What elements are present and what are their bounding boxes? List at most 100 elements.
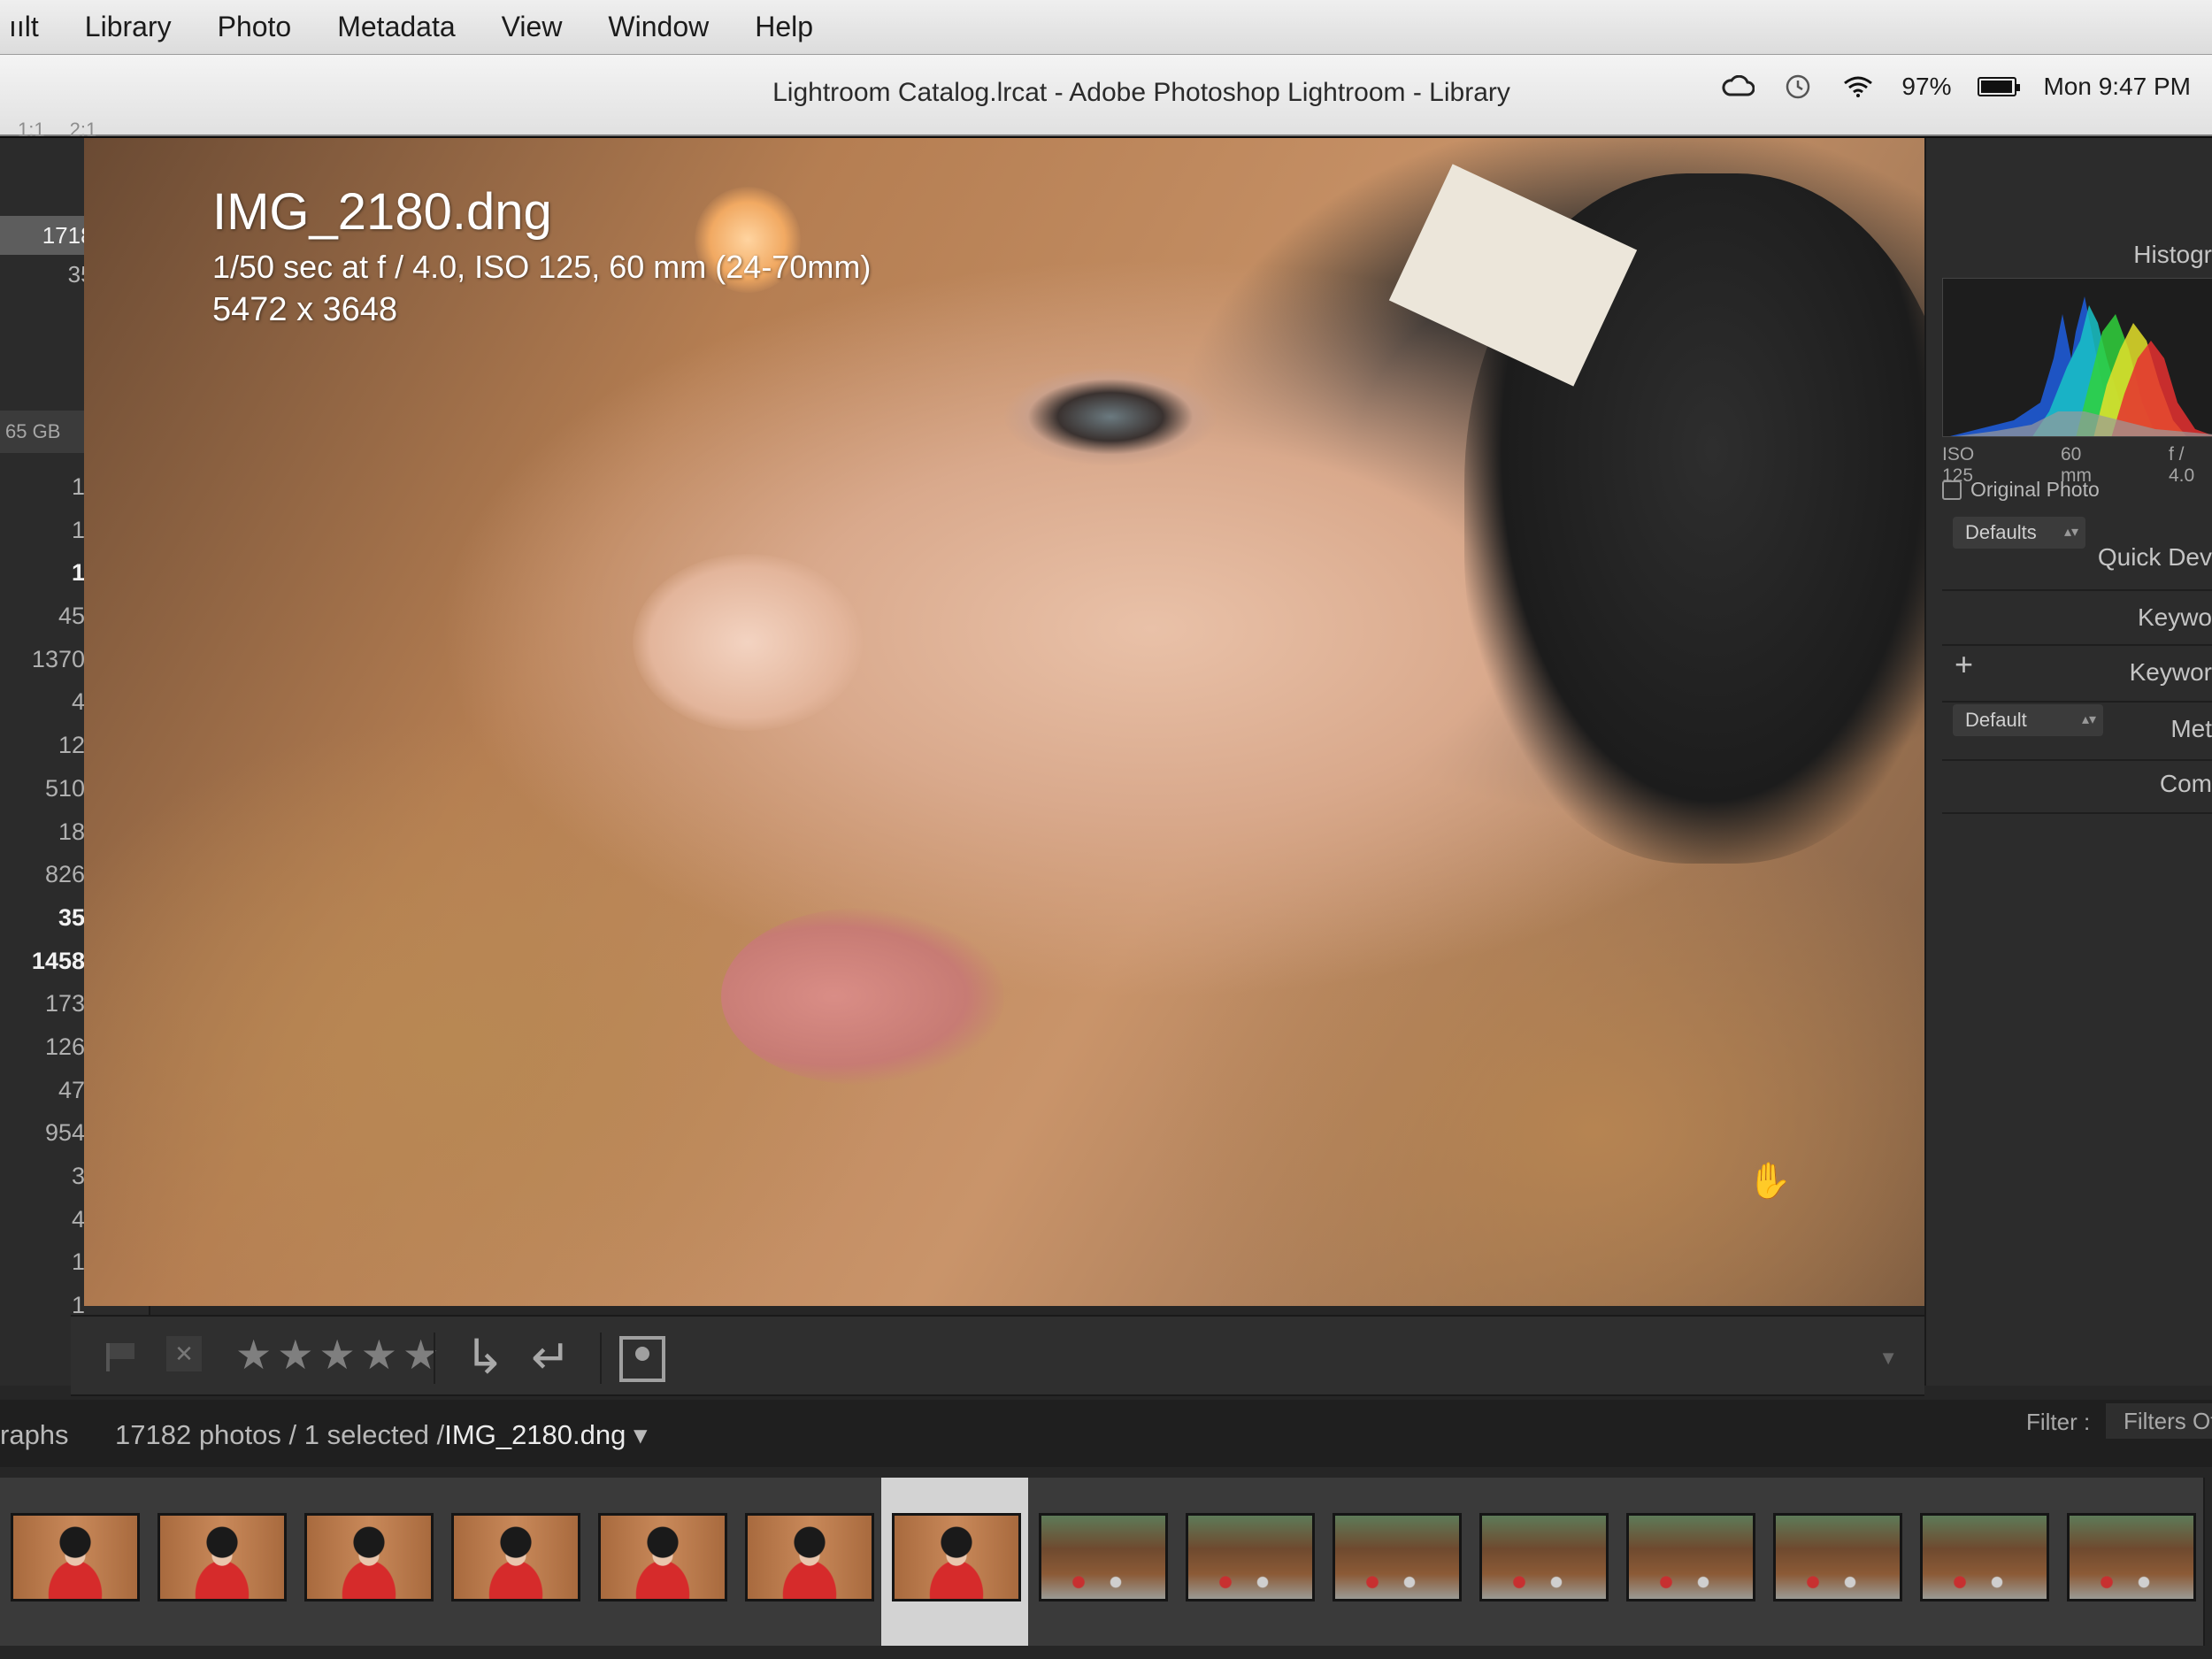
original-photo-toggle[interactable]: Original Photo <box>1942 478 2100 502</box>
selected-filename: IMG_2180.dng <box>444 1419 626 1450</box>
folder-count[interactable]: 1 <box>0 509 97 552</box>
people-face-icon[interactable] <box>619 1336 665 1382</box>
folder-count[interactable]: 126 <box>0 1025 97 1069</box>
folder-count[interactable]: 173 <box>0 982 97 1025</box>
add-keyword-button[interactable]: + <box>1955 646 1973 683</box>
original-photo-label: Original Photo <box>1970 478 2100 501</box>
filmstrip-thumb[interactable] <box>1909 1478 2058 1646</box>
thumbnail-image <box>157 1513 287 1601</box>
folder-count[interactable]: 1 <box>0 465 97 509</box>
filmstrip-thumb[interactable] <box>294 1478 442 1646</box>
star-rating[interactable]: ★★★★★ <box>235 1331 444 1379</box>
filmstrip-thumb[interactable] <box>1028 1478 1177 1646</box>
folder-count[interactable]: 1 <box>0 551 97 595</box>
keywording-header[interactable]: Keywo <box>2138 603 2212 632</box>
thumbnail-image <box>1039 1513 1168 1601</box>
creative-cloud-icon[interactable] <box>1721 73 1755 100</box>
folder-count[interactable]: 1 <box>0 1240 97 1284</box>
quick-develop-preset-value: Defaults <box>1965 521 2037 543</box>
panel-divider <box>1942 812 2212 814</box>
folder-count[interactable]: 3 <box>0 1155 97 1198</box>
panel-divider <box>1942 759 2212 761</box>
filmstrip-thumb[interactable] <box>147 1478 296 1646</box>
source-dropdown-icon[interactable]: ▾ <box>634 1419 648 1450</box>
quick-develop-preset-select[interactable]: Defaults ▴▾ <box>1953 517 2085 549</box>
panel-divider <box>1942 589 2212 591</box>
rotate-right-icon[interactable]: ↵ <box>531 1329 571 1385</box>
panel-divider <box>1942 644 2212 646</box>
filmstrip-thumb[interactable] <box>1763 1478 1911 1646</box>
time-machine-icon[interactable] <box>1781 73 1815 100</box>
photo-eye <box>1004 368 1217 465</box>
folder-count[interactable]: 4 <box>0 1198 97 1241</box>
metadata-preset-value: Default <box>1965 709 2027 731</box>
folder-count[interactable]: 45 <box>0 595 97 638</box>
menu-edit[interactable]: ıılt <box>0 11 62 43</box>
menu-help[interactable]: Help <box>732 11 836 43</box>
battery-icon[interactable] <box>1978 77 2021 96</box>
filmstrip-thumb[interactable] <box>1175 1478 1324 1646</box>
filmstrip-thumb[interactable] <box>441 1478 589 1646</box>
toolbar-content-chevron-icon[interactable]: ▼ <box>1878 1347 1898 1370</box>
thumbnail-image <box>1773 1513 1902 1601</box>
battery-percent: 97% <box>1901 73 1952 100</box>
photo-filename: IMG_2180.dng <box>212 183 552 241</box>
photo-nose <box>633 554 863 731</box>
folder-count[interactable]: 1458 <box>0 940 97 983</box>
folder-count[interactable]: 1370 <box>0 638 97 681</box>
folder-count[interactable]: 18 <box>0 810 97 854</box>
filmstrip-thumb[interactable] <box>588 1478 736 1646</box>
loupe-photo-view[interactable]: IMG_2180.dng 1/50 sec at f / 4.0, ISO 12… <box>84 138 1924 1306</box>
filmstrip-thumb[interactable] <box>1322 1478 1471 1646</box>
folder-count[interactable]: 826 <box>0 853 97 896</box>
thumbnail-image <box>1186 1513 1315 1601</box>
filmstrip-thumb-selected[interactable] <box>881 1478 1030 1646</box>
filter-label: Filter : <box>2026 1409 2091 1435</box>
folder-count[interactable]: 954 <box>0 1111 97 1155</box>
window-title-bar: Lightroom Catalog.lrcat - Adobe Photosho… <box>0 55 2212 136</box>
rotate-left-icon[interactable]: ↳ <box>465 1329 504 1385</box>
pick-flag-icon[interactable] <box>106 1343 136 1371</box>
filmstrip-thumb[interactable] <box>734 1478 883 1646</box>
select-arrows-icon: ▴▾ <box>2081 712 2096 727</box>
histogram-chart <box>1942 278 2212 437</box>
selection-summary[interactable]: 17182 photos / 1 selected /IMG_2180.dng … <box>115 1419 648 1451</box>
folder-count[interactable]: 47 <box>0 1069 97 1112</box>
thumbnail-image <box>304 1513 434 1601</box>
folder-count[interactable]: 35 <box>0 896 97 940</box>
comments-header[interactable]: Com <box>2160 770 2212 798</box>
filter-select[interactable]: Filters Of <box>2106 1403 2212 1439</box>
reject-flag-icon[interactable]: ✕ <box>166 1336 202 1371</box>
wifi-icon[interactable] <box>1841 73 1875 100</box>
menu-status-area: 97% Mon 9:47 PM <box>1721 73 2191 101</box>
zoom-1-1[interactable]: 1:1 <box>18 119 45 142</box>
menu-metadata[interactable]: Metadata <box>314 11 478 43</box>
thumbnail-image <box>1626 1513 1755 1601</box>
menu-window[interactable]: Window <box>585 11 732 43</box>
thumbnail-image <box>11 1513 140 1601</box>
thumbnail-image <box>1920 1513 2049 1601</box>
quick-develop-header[interactable]: Quick Dev <box>2098 543 2212 572</box>
menu-library[interactable]: Library <box>62 11 195 43</box>
panel-divider <box>1942 701 2212 703</box>
photo-dimensions: 5472 x 3648 <box>212 291 398 328</box>
keyword-list-header[interactable]: Keywor <box>2130 658 2212 687</box>
original-photo-checkbox[interactable] <box>1942 480 1962 500</box>
thumbnail-image <box>892 1513 1021 1601</box>
folder-count[interactable]: 4 <box>0 680 97 724</box>
menu-view[interactable]: View <box>479 11 586 43</box>
folder-count[interactable]: 510 <box>0 767 97 810</box>
filmstrip-thumb[interactable] <box>1469 1478 1617 1646</box>
histogram-aperture: f / 4.0 <box>2168 444 2195 486</box>
menu-clock[interactable]: Mon 9:47 PM <box>2043 73 2191 101</box>
menu-photo[interactable]: Photo <box>195 11 315 43</box>
filmstrip-thumb[interactable] <box>2056 1478 2205 1646</box>
metadata-preset-select[interactable]: Default ▴▾ <box>1953 704 2103 736</box>
filmstrip-thumb[interactable] <box>0 1478 149 1646</box>
histogram-header[interactable]: Histogr <box>2133 241 2212 269</box>
filmstrip-thumb[interactable] <box>1616 1478 1764 1646</box>
source-label[interactable]: raphs <box>0 1419 69 1451</box>
toolbar-separator <box>434 1333 435 1384</box>
metadata-header[interactable]: Met <box>2170 715 2212 743</box>
folder-count[interactable]: 12 <box>0 724 97 767</box>
